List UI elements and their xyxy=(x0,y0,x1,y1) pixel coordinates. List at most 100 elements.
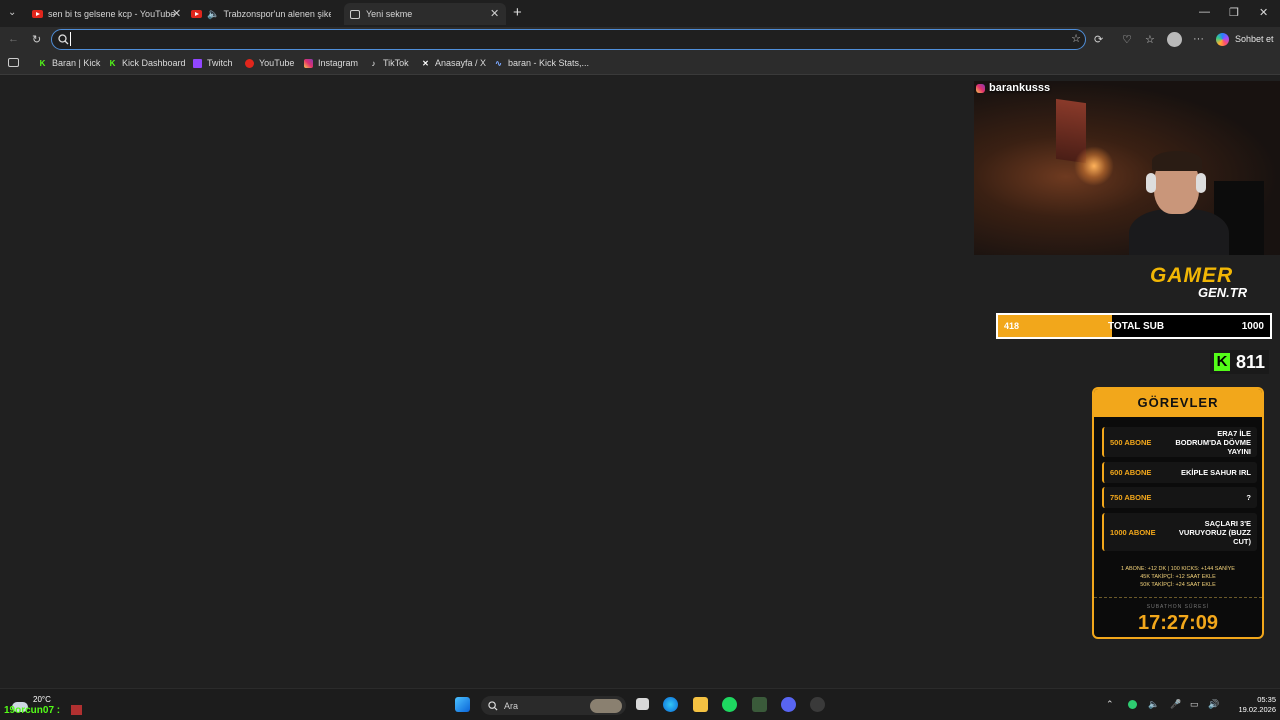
copilot-icon xyxy=(1216,32,1229,46)
youtube-icon xyxy=(191,10,202,18)
task-item: 1000 ABONE SAÇLARI 3'E VURUYORUZ (BUZZ C… xyxy=(1102,513,1257,551)
new-tab-button[interactable]: + xyxy=(513,4,522,21)
search-icon xyxy=(58,34,69,45)
nvidia-app-icon[interactable] xyxy=(752,697,767,712)
search-highlight-icon xyxy=(590,698,622,713)
task-text: ERA7 İLE BODRUM'DA DÖVME YAYINI xyxy=(1175,428,1251,456)
address-bar[interactable]: ☆ xyxy=(51,29,1086,50)
edge-icon[interactable] xyxy=(663,697,678,712)
sub-goal-bar: 418 TOTAL SUB 1000 xyxy=(996,313,1272,339)
twitch-icon xyxy=(193,58,202,68)
clock-time: 05:35 xyxy=(1257,695,1276,704)
gamer-logo-sub: GEN.TR xyxy=(1198,285,1248,300)
network-icon[interactable]: ▭ xyxy=(1190,699,1199,710)
close-window-icon[interactable]: ✕ xyxy=(1259,6,1268,19)
status-dot-icon[interactable] xyxy=(1128,700,1137,709)
spotify-icon[interactable] xyxy=(722,697,737,712)
bookmark-x[interactable]: ✕ Anasayfa / X xyxy=(421,58,486,68)
kick-icon: K xyxy=(39,58,46,68)
microphone-icon[interactable]: 🎤 xyxy=(1170,699,1181,710)
stats-icon: ∿ xyxy=(495,58,502,68)
tab-youtube-2[interactable]: 🔈 Trabzonspor'un alenen şikesi xyxy=(191,3,331,25)
x-icon: ✕ xyxy=(422,58,429,68)
close-tab-icon[interactable]: ✕ xyxy=(172,7,181,20)
webcam-person-hair xyxy=(1152,151,1202,171)
sub-label: TOTAL SUB xyxy=(1108,321,1165,332)
windows-start-icon[interactable] xyxy=(455,697,470,712)
tab-new-tab[interactable]: Yeni sekme xyxy=(344,3,506,25)
favorite-star-icon[interactable]: ☆ xyxy=(1071,32,1081,45)
task-amount: 750 ABONE xyxy=(1110,493,1152,502)
copilot-button[interactable]: Sohbet et xyxy=(1212,29,1274,49)
headset-icon xyxy=(1146,173,1156,193)
rules-line: 50K TAKİPÇİ: +24 SAAT EKLE xyxy=(1140,582,1216,588)
refresh-icon[interactable]: ↻ xyxy=(32,33,41,46)
weather-temperature[interactable]: 20°C xyxy=(33,695,51,704)
clock-date: 19.02.2026 xyxy=(1238,705,1276,714)
obs-icon[interactable] xyxy=(810,697,825,712)
bookmark-instagram[interactable]: Instagram xyxy=(304,58,358,68)
headset-icon xyxy=(1196,173,1206,193)
bookmark-label: Twitch xyxy=(207,58,233,68)
instagram-icon xyxy=(304,58,313,68)
timer-label: SUBATHON SÜRESİ xyxy=(1146,604,1210,610)
bookmark-kick-stats[interactable]: ∿ baran - Kick Stats,... xyxy=(494,58,589,68)
bookmark-label: baran - Kick Stats,... xyxy=(508,58,590,68)
collections-icon[interactable] xyxy=(8,58,19,67)
restore-icon[interactable]: ❐ xyxy=(1229,6,1239,19)
system-clock[interactable]: 05:35 19.02.2026 xyxy=(1228,695,1276,715)
tab-youtube-1[interactable]: sen bi ts gelsene kcp - YouTube xyxy=(32,3,182,25)
bookmark-baran-kick[interactable]: K Baran | Kick xyxy=(38,58,101,68)
sub-goal-target: 1000 xyxy=(1241,321,1264,332)
browser-essentials-icon[interactable]: ♡ xyxy=(1122,33,1132,46)
bookmark-label: Instagram xyxy=(318,58,359,68)
timer-value: 17:27:09 xyxy=(1137,612,1219,634)
profile-avatar[interactable] xyxy=(1167,32,1182,47)
tab-title: sen bi ts gelsene kcp - YouTube xyxy=(48,9,176,19)
bookmark-youtube[interactable]: YouTube xyxy=(245,58,294,68)
sub-current: 418 xyxy=(1004,321,1020,331)
bookmark-label: Baran | Kick xyxy=(52,58,101,68)
kick-follower-counter: K 811 xyxy=(1210,350,1270,374)
chat-overlay-name: 19orcun07 : xyxy=(4,705,61,716)
browser-toolbar: ← ↻ ☆ ⟳ ♡ ☆ ··· Sohbet et xyxy=(0,27,1280,53)
extensions-icon[interactable]: ⟳ xyxy=(1094,33,1103,46)
search-label: Ara xyxy=(504,700,519,711)
page-icon xyxy=(350,9,360,19)
favorites-icon[interactable]: ☆ xyxy=(1145,33,1155,46)
bookmark-tiktok[interactable]: ♪ TikTok xyxy=(369,58,409,68)
bookmarks-bar: K Baran | Kick K Kick Dashboard Twitch Y… xyxy=(0,53,1280,75)
tab-list-chevron-icon[interactable]: ⌄ xyxy=(8,7,16,18)
bookmark-label: Kick Dashboard xyxy=(122,58,186,68)
taskbar-search[interactable]: Ara xyxy=(481,696,626,715)
gamer-logo: GAMER xyxy=(1150,264,1234,287)
discord-icon[interactable] xyxy=(781,697,796,712)
bookmark-label: TikTok xyxy=(383,58,409,68)
more-menu-icon[interactable]: ··· xyxy=(1193,33,1204,45)
back-icon[interactable]: ← xyxy=(8,33,19,45)
bookmark-kick-dashboard[interactable]: K Kick Dashboard xyxy=(108,58,186,68)
speaker-tray-icon[interactable]: 🔈 xyxy=(1148,699,1159,710)
webcam-feed xyxy=(974,81,1280,255)
task-text: ? xyxy=(1246,493,1251,502)
webcam-person-body xyxy=(1129,209,1229,255)
close-tab-icon[interactable]: ✕ xyxy=(490,7,499,20)
webcam-lamp xyxy=(1074,146,1114,186)
address-input[interactable] xyxy=(70,32,1050,46)
tab-strip: ⌄ sen bi ts gelsene kcp - YouTube ✕ 🔈 Tr… xyxy=(0,0,1280,27)
task-text: SAÇLARI 3'E VURUYORUZ (BUZZ CUT) xyxy=(1178,518,1251,546)
volume-icon[interactable]: 🔊 xyxy=(1208,699,1219,710)
search-icon xyxy=(488,700,498,711)
tray-chevron-up-icon[interactable]: ⌃ xyxy=(1106,699,1114,710)
task-item: 500 ABONE ERA7 İLE BODRUM'DA DÖVME YAYIN… xyxy=(1102,427,1257,457)
subathon-timer: SUBATHON SÜRESİ 17:27:09 xyxy=(1094,597,1262,637)
file-explorer-icon[interactable] xyxy=(693,697,708,712)
task-amount: 600 ABONE xyxy=(1110,468,1152,477)
bookmark-twitch[interactable]: Twitch xyxy=(193,58,233,68)
youtube-icon xyxy=(245,58,254,68)
task-amount: 1000 ABONE xyxy=(1110,527,1156,537)
webcam-username-text: barankusss xyxy=(989,82,1051,94)
task-view-icon[interactable] xyxy=(636,698,649,710)
minimize-icon[interactable]: — xyxy=(1199,6,1210,18)
speaker-icon[interactable]: 🔈 xyxy=(207,9,219,20)
